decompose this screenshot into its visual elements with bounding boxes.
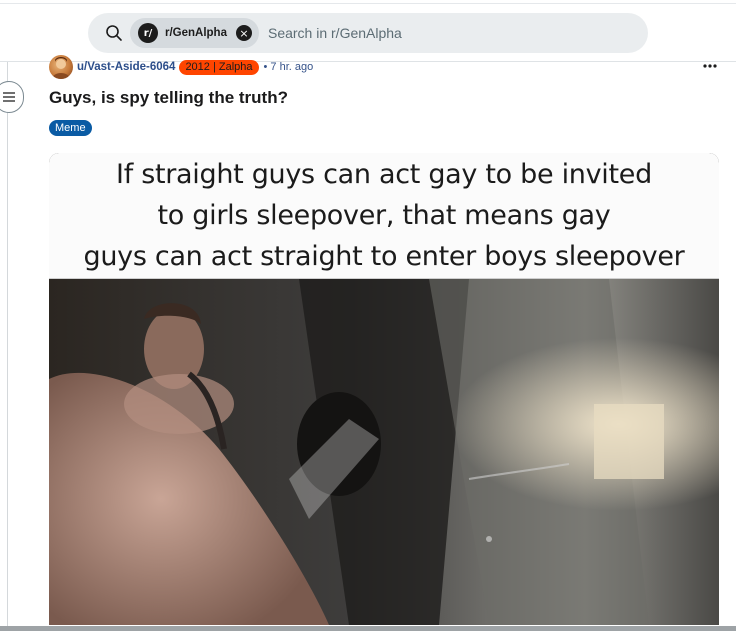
avatar[interactable]	[49, 55, 73, 79]
close-icon[interactable]: ×	[235, 25, 252, 41]
post-flair-tag[interactable]: Meme	[49, 120, 92, 136]
post-time: • 7 hr. ago	[263, 61, 314, 73]
caption-line: If straight guys can act gay to be invit…	[116, 159, 652, 190]
search-icon[interactable]	[94, 13, 134, 53]
caption-line: to girls sleepover, that means gay	[157, 200, 611, 231]
author-link[interactable]: u/Vast-Aside-6064	[77, 61, 175, 73]
user-flair: 2012 | Zalpha	[179, 59, 259, 75]
subreddit-avatar: r/	[138, 23, 158, 43]
meme-caption: If straight guys can act gay to be invit…	[49, 153, 719, 279]
caption-line: guys can act straight to enter boys slee…	[83, 241, 685, 272]
search-bar[interactable]: r/ r/GenAlpha × Search in r/GenAlpha	[88, 13, 648, 53]
thread-line	[7, 62, 8, 627]
thread-collapse-icon[interactable]	[0, 81, 24, 113]
search-input[interactable]: Search in r/GenAlpha	[268, 25, 402, 41]
subreddit-chip[interactable]: r/ r/GenAlpha ×	[130, 18, 259, 48]
subreddit-chip-label: r/GenAlpha	[165, 27, 227, 39]
post-title[interactable]: Guys, is spy telling the truth?	[49, 88, 288, 108]
page: r/ r/GenAlpha × Search in r/GenAlpha u/V…	[0, 0, 736, 631]
video-frame[interactable]	[49, 279, 719, 625]
post-meta: u/Vast-Aside-6064 2012 | Zalpha • 7 hr. …	[49, 55, 314, 79]
scrollbar-horizontal[interactable]	[0, 626, 736, 631]
post-media[interactable]: If straight guys can act gay to be invit…	[49, 153, 719, 625]
header: r/ r/GenAlpha × Search in r/GenAlpha	[0, 4, 736, 62]
more-options-icon[interactable]	[700, 58, 720, 74]
